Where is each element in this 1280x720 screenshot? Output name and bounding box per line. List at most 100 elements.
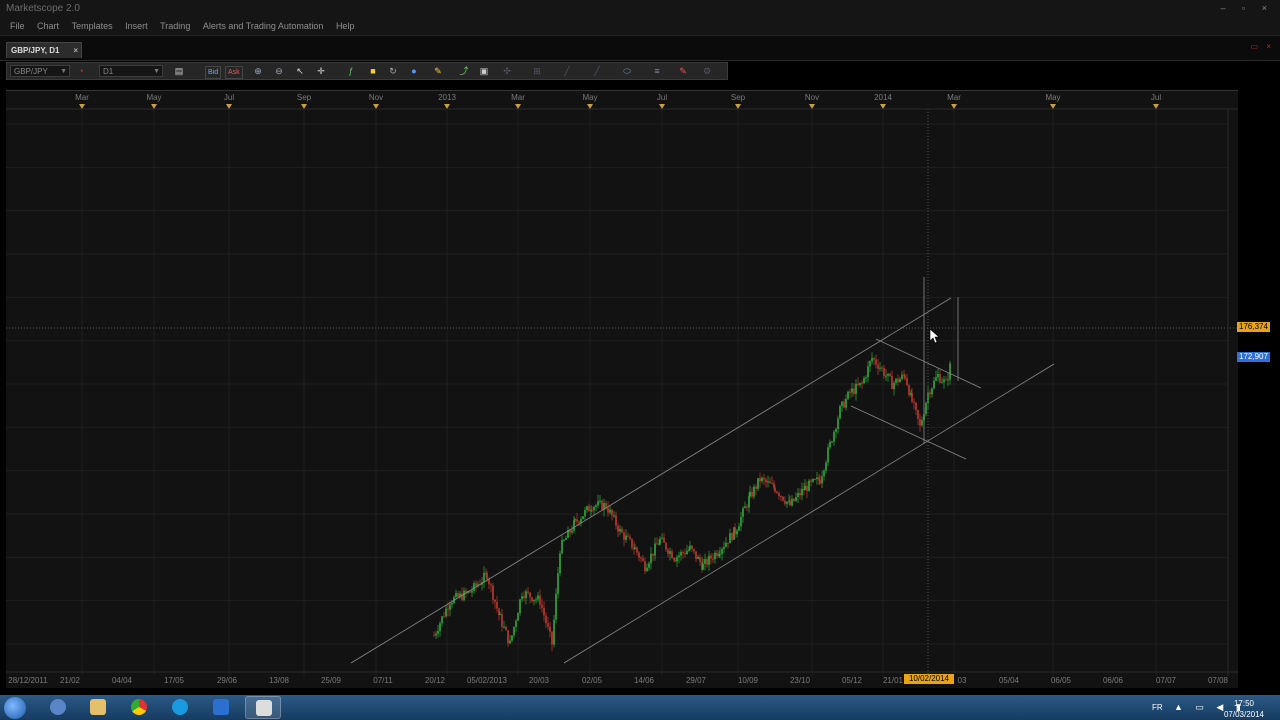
- taskbar-app-skype[interactable]: [162, 696, 198, 719]
- alert-icon[interactable]: ■: [367, 66, 379, 77]
- candle-body: [906, 378, 908, 386]
- eraser-icon[interactable]: ✎: [677, 66, 689, 77]
- candle-body: [810, 480, 812, 482]
- ask-button[interactable]: Ask: [225, 66, 243, 79]
- candle-body: [531, 597, 533, 602]
- menu-alerts-automation[interactable]: Alerts and Trading Automation: [203, 18, 324, 35]
- chart-panel[interactable]: Mar May Jul Sep Nov 2013 Mar May Jul Sep Nov 2014 Ma…: [6, 90, 1267, 688]
- sync-icon[interactable]: ◔: [75, 66, 87, 77]
- candle-body: [947, 379, 949, 381]
- menu-insert[interactable]: Insert: [125, 18, 148, 35]
- candle-body: [473, 583, 475, 591]
- taskbar-app-search[interactable]: [40, 696, 76, 719]
- taskbar-app-marketscope[interactable]: [203, 696, 239, 719]
- close-icon[interactable]: ×: [73, 43, 78, 59]
- menu-trading[interactable]: Trading: [160, 18, 190, 35]
- chart-tab-label: GBP/JPY, D1: [11, 46, 60, 55]
- pane-controls[interactable]: ▭ ×: [1251, 42, 1274, 51]
- trend-icon[interactable]: ⤴: [458, 66, 470, 77]
- candle-body: [939, 373, 941, 383]
- taskbar-app-chrome[interactable]: [121, 696, 157, 719]
- zoom-out-icon[interactable]: ⊖: [273, 66, 285, 77]
- candle-body: [695, 551, 697, 559]
- candle-body: [819, 480, 821, 484]
- ray-tool-icon[interactable]: ╱: [591, 66, 603, 77]
- candle-body: [773, 483, 775, 488]
- timeframe-select[interactable]: D1 ▼: [99, 65, 163, 77]
- candle-body: [865, 377, 867, 379]
- candle-body: [658, 543, 660, 545]
- candle-body: [889, 373, 891, 377]
- chart-type-icon[interactable]: ▤: [173, 66, 185, 77]
- taskbar-app-window[interactable]: [245, 696, 281, 719]
- fibonacci-icon[interactable]: ≡: [651, 66, 663, 77]
- zoom-in-icon[interactable]: ⊕: [252, 66, 264, 77]
- menu-chart[interactable]: Chart: [37, 18, 59, 35]
- candle-body: [669, 551, 671, 554]
- menu-help[interactable]: Help: [336, 18, 355, 35]
- top-axis-label: May: [1045, 93, 1060, 102]
- line-tool-icon[interactable]: ╱: [561, 66, 573, 77]
- channel-tool-icon[interactable]: ⊞: [531, 66, 543, 77]
- candle-body: [475, 583, 477, 586]
- candle-body: [789, 500, 791, 506]
- globe-icon[interactable]: ●: [408, 66, 420, 77]
- candle-body: [435, 633, 437, 636]
- clock-date: 07/03/2014: [1223, 710, 1265, 719]
- candle-body: [682, 552, 684, 554]
- candle-body: [791, 498, 793, 506]
- candle-body: [523, 596, 525, 599]
- cursor-icon[interactable]: ↖: [294, 66, 306, 77]
- candle-body: [601, 500, 603, 510]
- chart-tab-gbpjpy[interactable]: GBP/JPY, D1 ×: [6, 42, 82, 58]
- candle-body: [519, 599, 521, 614]
- candle-body: [667, 549, 669, 554]
- print-icon[interactable]: ▣: [478, 66, 490, 77]
- indicator-icon[interactable]: ƒ: [345, 66, 357, 77]
- candle-body: [716, 552, 718, 556]
- candle-body: [827, 447, 829, 463]
- candle-body: [721, 548, 723, 554]
- menu-bar: File Chart Templates Insert Trading Aler…: [0, 18, 1280, 36]
- shape-tool-icon[interactable]: ⬭: [621, 66, 633, 77]
- candle-body: [563, 539, 565, 541]
- menu-file[interactable]: File: [10, 18, 25, 35]
- candle-body: [863, 378, 865, 384]
- candle-body: [674, 559, 676, 562]
- window-controls[interactable]: – ▫ ×: [1221, 3, 1274, 13]
- candle-body: [812, 479, 814, 482]
- windows-start-icon[interactable]: [4, 697, 26, 719]
- candle-body: [644, 560, 646, 572]
- candle-body: [727, 542, 729, 544]
- crosshair-icon[interactable]: ✛: [315, 66, 327, 77]
- refresh-icon[interactable]: ↻: [387, 66, 399, 77]
- candle-body: [806, 485, 808, 492]
- axis-marker-icon: [444, 104, 450, 109]
- input-language[interactable]: FR: [1152, 703, 1163, 712]
- candle-body: [867, 366, 869, 378]
- candle-body: [714, 552, 716, 560]
- candle-body: [855, 383, 857, 394]
- pencil-icon[interactable]: ✎: [432, 66, 444, 77]
- price-chart[interactable]: Mar May Jul Sep Nov 2013 Mar May Jul Sep Nov 2014 Ma…: [6, 91, 1267, 688]
- top-axis-label: Jul: [657, 93, 667, 102]
- taskbar-app-explorer[interactable]: [80, 696, 116, 719]
- candle-body: [825, 462, 827, 471]
- candle-body: [507, 630, 509, 644]
- taskbar-clock[interactable]: 17:50 07/03/2014: [1220, 698, 1268, 720]
- instrument-select[interactable]: GBP/JPY ▼: [10, 65, 70, 77]
- candle-body: [831, 441, 833, 443]
- candle-body: [463, 590, 465, 600]
- bid-button[interactable]: Bid: [205, 66, 222, 79]
- candle-body: [447, 608, 449, 610]
- settings-icon[interactable]: ⚙: [701, 66, 713, 77]
- candle-body: [784, 500, 786, 504]
- candle-body: [861, 382, 863, 384]
- candle-body: [591, 510, 593, 512]
- candle-body: [849, 391, 851, 393]
- candle-body: [521, 596, 523, 600]
- candle-body: [841, 401, 843, 407]
- candle-body: [573, 520, 575, 531]
- menu-templates[interactable]: Templates: [72, 18, 113, 35]
- draw-tool-icon[interactable]: ✣: [501, 66, 513, 77]
